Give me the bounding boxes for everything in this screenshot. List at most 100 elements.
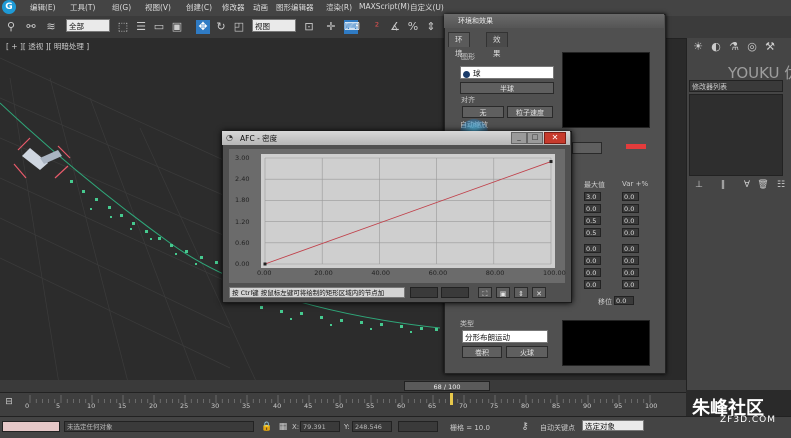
- unlink-icon[interactable]: ⚯: [24, 20, 38, 34]
- spinner[interactable]: 0.0: [622, 216, 639, 225]
- make-unique-icon[interactable]: ∀: [740, 178, 754, 192]
- select-object-icon[interactable]: ⬚: [116, 20, 130, 34]
- menu-view[interactable]: 视图(V): [145, 2, 171, 13]
- offset-spinner[interactable]: 0.0: [614, 296, 634, 305]
- time-slider-thumb[interactable]: 68 / 100: [404, 381, 490, 391]
- configure-sets-icon[interactable]: ☷: [774, 178, 788, 192]
- minimize-icon[interactable]: _: [511, 132, 527, 144]
- spinner[interactable]: 0.0: [584, 268, 601, 277]
- menu-rendering[interactable]: 渲染(R): [326, 2, 352, 13]
- pin-stack-icon[interactable]: ⊥: [692, 178, 706, 192]
- afc-graph[interactable]: [261, 154, 555, 268]
- angle-snap-icon[interactable]: ∡: [388, 20, 402, 34]
- percent-snap-icon[interactable]: %: [406, 20, 420, 34]
- link-icon[interactable]: ⚲: [4, 20, 18, 34]
- close-icon[interactable]: ✕: [544, 132, 566, 144]
- app-logo-icon[interactable]: G: [2, 0, 16, 14]
- selection-filter-dropdown[interactable]: 全部: [66, 19, 110, 32]
- lock-icon[interactable]: 🔒: [260, 420, 274, 434]
- afc-zoom-icon[interactable]: ⛶: [478, 287, 492, 298]
- rect-selection-icon[interactable]: ▭: [152, 20, 166, 34]
- maximize-icon[interactable]: □: [527, 132, 543, 144]
- scale-icon[interactable]: ◰: [232, 20, 246, 34]
- menu-modifiers[interactable]: 修改器: [222, 2, 245, 13]
- afc-chart-svg: [263, 157, 553, 266]
- window-crossing-icon[interactable]: ▣: [170, 20, 184, 34]
- maxscript-listener[interactable]: [2, 421, 60, 432]
- curve-point[interactable]: [263, 262, 267, 266]
- selected-set-dropdown[interactable]: 选定对象: [582, 420, 644, 431]
- spinner[interactable]: 3.0: [584, 192, 601, 201]
- env-dialog-titlebar[interactable]: 环境和效果: [444, 14, 664, 28]
- afc-pan-icon[interactable]: ⇕: [514, 287, 528, 298]
- spinner[interactable]: 0.0: [622, 192, 639, 201]
- abs-mode-icon[interactable]: ▦: [276, 420, 290, 434]
- reference-coord-dropdown[interactable]: 视图: [252, 19, 296, 32]
- menu-create[interactable]: 创建(C): [186, 2, 212, 13]
- spinner[interactable]: 0.0: [622, 256, 639, 265]
- spinner[interactable]: 0.5: [584, 228, 601, 237]
- spinner[interactable]: 0.0: [622, 280, 639, 289]
- afc-y-field[interactable]: [441, 287, 469, 298]
- env-small-button[interactable]: [572, 142, 602, 154]
- motion-tab-icon[interactable]: ◎: [745, 40, 759, 54]
- x-coord-field[interactable]: 79.391: [300, 421, 340, 432]
- spinner[interactable]: 0.0: [622, 268, 639, 277]
- shape-dropdown[interactable]: 球: [460, 66, 554, 79]
- spinner[interactable]: 0.0: [584, 256, 601, 265]
- rotate-icon[interactable]: ↻: [214, 20, 228, 34]
- show-end-result-icon[interactable]: ‖: [716, 178, 730, 192]
- z-coord-field[interactable]: [398, 421, 438, 432]
- spinner[interactable]: 0.0: [622, 228, 639, 237]
- modify-tab-icon[interactable]: ◐: [709, 40, 723, 54]
- tab-environment[interactable]: 环境: [448, 32, 470, 58]
- tab-effects[interactable]: 效果: [486, 32, 508, 58]
- snap-toggle-icon[interactable]: ²: [370, 20, 384, 34]
- menu-tools[interactable]: 工具(T): [70, 2, 95, 13]
- viewport-label[interactable]: [ + ][ 透视 ][ 明暗处理 ]: [6, 41, 89, 52]
- menu-customize[interactable]: 自定义(U): [410, 2, 444, 13]
- menu-maxscript[interactable]: MAXScript(M): [359, 2, 410, 11]
- menu-group[interactable]: 组(G): [112, 2, 131, 13]
- tumble-button[interactable]: 卷积: [462, 346, 502, 358]
- fireball-button[interactable]: 火球: [506, 346, 548, 358]
- spinner[interactable]: 0.5: [584, 216, 601, 225]
- spinner[interactable]: 0.0: [584, 204, 601, 213]
- spinner[interactable]: 0.0: [622, 204, 639, 213]
- select-manipulate-icon[interactable]: ✛: [324, 20, 338, 34]
- afc-titlebar[interactable]: ◔ AFC - 密度 _ □ ✕: [222, 131, 570, 145]
- color-swatch[interactable]: [626, 144, 646, 149]
- spinner[interactable]: 0.0: [584, 280, 601, 289]
- type-dropdown[interactable]: 分形布朗运动: [462, 330, 548, 343]
- spinner[interactable]: 0.0: [622, 244, 639, 253]
- hierarchy-tab-icon[interactable]: ⚗: [727, 40, 741, 54]
- keyboard-shortcut-icon[interactable]: ⌨: [344, 20, 360, 34]
- modifier-stack[interactable]: [689, 94, 783, 176]
- align-none-button[interactable]: 无: [462, 106, 504, 118]
- afc-delete-icon[interactable]: ✕: [532, 287, 546, 298]
- curve-point[interactable]: [549, 160, 553, 164]
- remove-modifier-icon[interactable]: 🗑: [756, 178, 770, 192]
- menu-animation[interactable]: 动画: [253, 2, 268, 13]
- create-tab-icon[interactable]: ☀: [691, 40, 705, 54]
- utilities-tab-icon[interactable]: ⚒: [763, 40, 777, 54]
- time-slider[interactable]: [0, 380, 686, 392]
- menu-graph-editors[interactable]: 图形编辑器: [276, 2, 314, 13]
- afc-x-field[interactable]: [410, 287, 438, 298]
- select-by-name-icon[interactable]: ☰: [134, 20, 148, 34]
- key-icon[interactable]: ⚷: [518, 420, 532, 434]
- y-coord-field[interactable]: 248.546: [352, 421, 392, 432]
- spinner[interactable]: 0.0: [584, 244, 601, 253]
- hemisphere-button[interactable]: 半球: [460, 82, 554, 94]
- menu-edit[interactable]: 编辑(E): [30, 2, 56, 13]
- afc-fit-icon[interactable]: ▣: [496, 287, 510, 298]
- timeline-label: 15: [118, 402, 127, 410]
- auto-key-button[interactable]: 自动关键点: [540, 423, 575, 433]
- particle-speed-button[interactable]: 粒子速度: [507, 106, 553, 118]
- curve-line[interactable]: [264, 161, 552, 265]
- pivot-icon[interactable]: ⊡: [302, 20, 316, 34]
- curve-editor-icon[interactable]: ⊟: [2, 395, 16, 409]
- spinner-snap-icon[interactable]: ⇕: [424, 20, 438, 34]
- bind-space-warp-icon[interactable]: ≋: [44, 20, 58, 34]
- move-icon[interactable]: ✥: [196, 20, 210, 34]
